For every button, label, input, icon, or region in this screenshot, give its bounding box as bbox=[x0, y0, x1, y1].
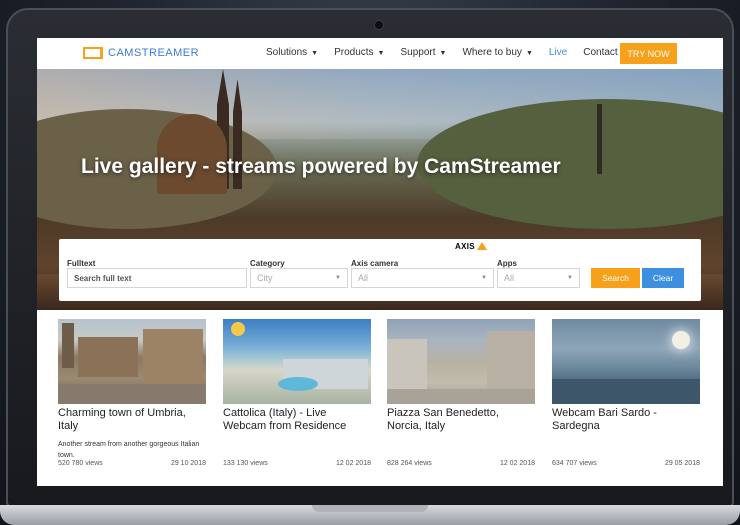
apps-value: All bbox=[504, 273, 515, 283]
stream-views: 133 130 views bbox=[223, 460, 268, 467]
hero-title: Live gallery - streams powered by CamStr… bbox=[81, 155, 561, 178]
camstreamer-logo-icon bbox=[83, 47, 103, 59]
thumb-building bbox=[143, 329, 203, 384]
apps-label: Apps bbox=[497, 259, 517, 268]
webcam-icon bbox=[374, 20, 384, 30]
thumb-piazza bbox=[58, 384, 206, 404]
axis-logo-text: AXIS bbox=[455, 242, 475, 251]
try-now-button[interactable]: TRY NOW bbox=[620, 43, 677, 64]
stream-title[interactable]: Charming town of Umbria, Italy bbox=[58, 407, 206, 433]
stream-gallery: Charming town of Umbria, Italy Another s… bbox=[37, 310, 723, 486]
chevron-down-icon: ▼ bbox=[311, 50, 319, 57]
menu-item-live[interactable]: Live bbox=[549, 47, 567, 58]
menu-item-where-to-buy[interactable]: Where to buy ▼ bbox=[462, 47, 532, 58]
category-value: City bbox=[257, 273, 273, 283]
stream-views: 520 780 views bbox=[58, 460, 103, 467]
stream-date: 29 10 2018 bbox=[170, 460, 206, 467]
axis-camera-label: Axis camera bbox=[351, 259, 399, 268]
stream-title[interactable]: Cattolica (Italy) - Live Webcam from Res… bbox=[223, 407, 371, 433]
stream-description: Another stream from another gorgeous Ita… bbox=[58, 441, 200, 459]
stream-card[interactable]: Webcam Bari Sardo - Sardegna bbox=[552, 319, 700, 433]
stream-title[interactable]: Webcam Bari Sardo - Sardegna bbox=[552, 407, 700, 433]
chevron-down-icon: ▼ bbox=[481, 275, 487, 281]
thumb-building bbox=[78, 337, 138, 377]
thumb-scaffold bbox=[387, 339, 427, 389]
laptop-notch bbox=[312, 505, 428, 512]
category-select[interactable]: City ▼ bbox=[250, 268, 348, 288]
hero-banner: Live gallery - streams powered by CamStr… bbox=[37, 69, 723, 310]
search-panel: Fulltext Search full text Category City … bbox=[59, 239, 701, 301]
chevron-down-icon: ▼ bbox=[335, 275, 341, 281]
stream-card[interactable]: Piazza San Benedetto, Norcia, Italy bbox=[387, 319, 535, 433]
stream-thumbnail[interactable] bbox=[552, 319, 700, 404]
stream-card[interactable]: Charming town of Umbria, Italy Another s… bbox=[58, 319, 206, 461]
menu-item-label: Contact bbox=[583, 47, 618, 58]
chevron-down-icon: ▼ bbox=[525, 50, 533, 57]
menu-item-label: Solutions bbox=[266, 47, 308, 58]
axis-camera-select[interactable]: All ▼ bbox=[351, 268, 494, 288]
stream-thumbnail[interactable] bbox=[387, 319, 535, 404]
stream-meta: 133 130 views 12 02 2018 bbox=[223, 460, 371, 467]
browser-screen: CAMSTREAMER Solutions ▼ Products ▼ Support… bbox=[37, 38, 723, 486]
category-label: Category bbox=[250, 259, 285, 268]
stream-date: 12 02 2018 bbox=[499, 460, 535, 467]
fulltext-input[interactable]: Search full text bbox=[67, 268, 247, 288]
thumb-pool bbox=[278, 377, 318, 391]
menu-item-label: Where to buy bbox=[462, 47, 522, 58]
fulltext-label: Fulltext bbox=[67, 259, 96, 268]
top-navbar: CAMSTREAMER Solutions ▼ Products ▼ Support… bbox=[37, 38, 723, 69]
menu-item-contact[interactable]: Contact bbox=[583, 47, 617, 58]
stream-date: 29 05 2018 bbox=[664, 460, 700, 467]
search-button[interactable]: Search bbox=[591, 268, 640, 288]
stream-meta: 520 780 views 29 10 2018 bbox=[58, 460, 206, 467]
hero-building bbox=[157, 114, 227, 194]
stream-views: 634 707 views bbox=[552, 460, 597, 467]
thumb-logo bbox=[231, 322, 245, 336]
menu-item-label: Support bbox=[400, 47, 436, 58]
chevron-down-icon: ▼ bbox=[377, 50, 385, 57]
stream-title[interactable]: Piazza San Benedetto, Norcia, Italy bbox=[387, 407, 535, 433]
thumb-building bbox=[487, 331, 535, 389]
stream-meta: 634 707 views 29 05 2018 bbox=[552, 460, 700, 467]
stream-meta: 828 264 views 12 02 2018 bbox=[387, 460, 535, 467]
menu-item-label: Live bbox=[548, 47, 568, 58]
axis-camera-value: All bbox=[358, 273, 369, 283]
menu-item-support[interactable]: Support ▼ bbox=[400, 47, 446, 58]
thumb-sea bbox=[552, 379, 700, 404]
menu-item-products[interactable]: Products ▼ bbox=[334, 47, 384, 58]
stream-date: 12 02 2018 bbox=[335, 460, 371, 467]
axis-logo-icon: AXIS bbox=[455, 242, 487, 251]
thumb-piazza bbox=[387, 389, 535, 404]
clear-button[interactable]: Clear bbox=[642, 268, 684, 288]
main-menu: Solutions ▼ Products ▼ Support ▼ Where to b… bbox=[266, 47, 634, 58]
menu-item-solutions[interactable]: Solutions ▼ bbox=[266, 47, 318, 58]
stream-thumbnail[interactable] bbox=[58, 319, 206, 404]
chevron-down-icon: ▼ bbox=[567, 275, 573, 281]
apps-select[interactable]: All ▼ bbox=[497, 268, 580, 288]
menu-item-label: Products bbox=[334, 47, 374, 58]
chevron-down-icon: ▼ bbox=[439, 50, 447, 57]
thumb-sun bbox=[672, 331, 690, 349]
camstreamer-logo[interactable]: CAMSTREAMER bbox=[83, 47, 199, 59]
logo-text: CAMSTREAMER bbox=[108, 47, 200, 59]
stream-thumbnail[interactable] bbox=[223, 319, 371, 404]
stream-views: 828 264 views bbox=[387, 460, 432, 467]
stream-card[interactable]: Cattolica (Italy) - Live Webcam from Res… bbox=[223, 319, 371, 433]
thumb-tower bbox=[62, 323, 74, 368]
